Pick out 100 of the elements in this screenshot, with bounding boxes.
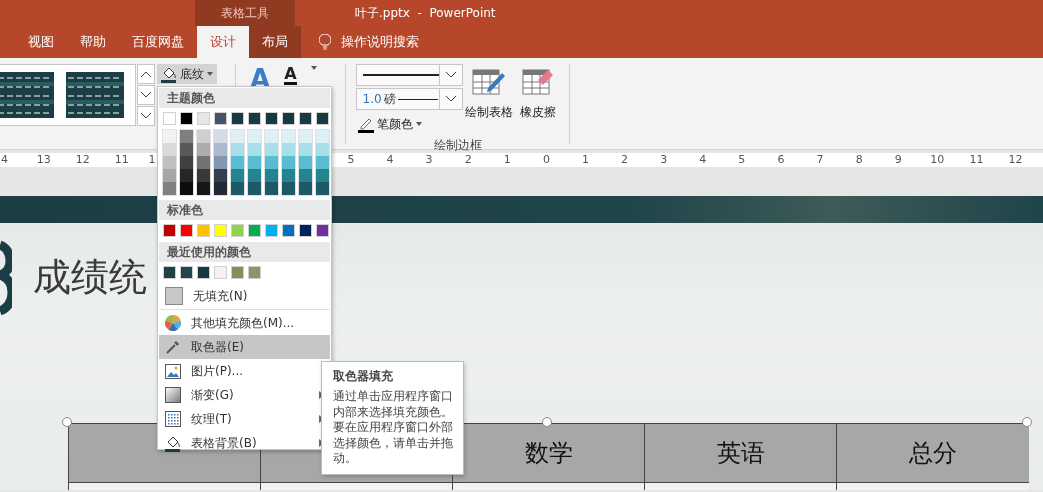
color-swatch[interactable] [316, 224, 329, 237]
color-swatch[interactable] [214, 224, 227, 237]
color-swatch[interactable] [197, 130, 210, 143]
menu-item[interactable]: 无填充(N) [159, 284, 330, 308]
ribbon-tab[interactable]: 设计 [197, 26, 249, 58]
ribbon-tab[interactable]: 视图 [15, 26, 67, 58]
color-swatch[interactable] [231, 156, 244, 169]
color-swatch[interactable] [248, 182, 261, 195]
color-swatch[interactable] [197, 112, 210, 125]
pen-style-dropdown[interactable] [355, 64, 463, 86]
color-swatch[interactable] [180, 156, 193, 169]
menu-item[interactable]: 取色器(E) [159, 335, 330, 359]
color-swatch[interactable] [197, 224, 210, 237]
color-swatch[interactable] [248, 130, 261, 143]
color-swatch[interactable] [265, 182, 278, 195]
color-swatch[interactable] [231, 143, 244, 156]
color-swatch[interactable] [214, 182, 227, 195]
tell-me-search[interactable]: 操作说明搜索 [341, 33, 419, 51]
color-swatch[interactable] [265, 224, 278, 237]
scroll-up-button[interactable] [137, 64, 155, 84]
color-swatch[interactable] [231, 130, 244, 143]
ribbon-tab[interactable]: 百度网盘 [119, 26, 197, 58]
pen-weight-dropdown[interactable]: 1.0 磅 [355, 88, 463, 110]
color-swatch[interactable] [299, 224, 312, 237]
color-swatch[interactable] [197, 143, 210, 156]
color-swatch[interactable] [231, 182, 244, 195]
color-swatch[interactable] [282, 224, 295, 237]
color-swatch[interactable] [299, 112, 312, 125]
color-swatch[interactable] [163, 112, 176, 125]
color-swatch[interactable] [316, 143, 329, 156]
color-swatch[interactable] [316, 130, 329, 143]
color-swatch[interactable] [248, 224, 261, 237]
color-swatch[interactable] [163, 182, 176, 195]
color-swatch[interactable] [248, 266, 261, 279]
color-swatch[interactable] [231, 266, 244, 279]
color-swatch[interactable] [180, 224, 193, 237]
pen-color-button[interactable]: 笔颜色 [355, 114, 463, 134]
color-swatch[interactable] [248, 143, 261, 156]
color-swatch[interactable] [197, 156, 210, 169]
color-swatch[interactable] [316, 112, 329, 125]
color-swatch[interactable] [180, 112, 193, 125]
color-swatch[interactable] [180, 266, 193, 279]
color-swatch[interactable] [214, 112, 227, 125]
table-style-thumbnail[interactable] [66, 72, 124, 118]
color-swatch[interactable] [231, 112, 244, 125]
color-swatch[interactable] [231, 224, 244, 237]
color-swatch[interactable] [163, 143, 176, 156]
color-swatch[interactable] [214, 130, 227, 143]
color-swatch[interactable] [316, 169, 329, 182]
color-swatch[interactable] [180, 143, 193, 156]
color-swatch[interactable] [180, 130, 193, 143]
menu-item[interactable]: 其他填充颜色(M)... [159, 311, 330, 335]
eraser-button[interactable]: 橡皮擦 [514, 64, 561, 134]
ribbon-tab[interactable]: 布局 [249, 26, 301, 58]
selection-handle[interactable] [542, 417, 552, 427]
color-swatch[interactable] [214, 156, 227, 169]
color-swatch[interactable] [163, 130, 176, 143]
color-swatch[interactable] [197, 182, 210, 195]
color-swatch[interactable] [214, 143, 227, 156]
color-swatch[interactable] [265, 156, 278, 169]
color-swatch[interactable] [299, 182, 312, 195]
color-swatch[interactable] [248, 156, 261, 169]
color-swatch[interactable] [214, 266, 227, 279]
color-swatch[interactable] [163, 156, 176, 169]
draw-table-button[interactable]: 绘制表格 [462, 64, 515, 134]
color-swatch[interactable] [163, 224, 176, 237]
selection-handle[interactable] [62, 417, 72, 427]
color-swatch[interactable] [282, 169, 295, 182]
color-swatch[interactable] [282, 112, 295, 125]
color-swatch[interactable] [265, 112, 278, 125]
selection-handle[interactable] [1022, 417, 1032, 427]
color-swatch[interactable] [231, 169, 244, 182]
color-swatch[interactable] [265, 143, 278, 156]
color-swatch[interactable] [299, 156, 312, 169]
more-styles-button[interactable] [137, 106, 155, 126]
color-swatch[interactable] [282, 182, 295, 195]
tooltip-title: 取色器填充 [333, 369, 394, 384]
color-swatch[interactable] [299, 169, 312, 182]
color-swatch[interactable] [163, 266, 176, 279]
color-swatch[interactable] [248, 112, 261, 125]
color-swatch[interactable] [282, 156, 295, 169]
shading-button[interactable]: 底纹 [157, 64, 217, 84]
color-swatch[interactable] [197, 266, 210, 279]
table-style-thumbnail[interactable] [0, 72, 54, 118]
color-swatch[interactable] [316, 156, 329, 169]
color-swatch[interactable] [180, 169, 193, 182]
color-swatch[interactable] [299, 130, 312, 143]
color-swatch[interactable] [265, 130, 278, 143]
color-swatch[interactable] [163, 169, 176, 182]
color-swatch[interactable] [180, 182, 193, 195]
color-swatch[interactable] [282, 130, 295, 143]
color-swatch[interactable] [265, 169, 278, 182]
ribbon-tab[interactable]: 帮助 [67, 26, 119, 58]
color-swatch[interactable] [299, 143, 312, 156]
color-swatch[interactable] [316, 182, 329, 195]
color-swatch[interactable] [282, 143, 295, 156]
color-swatch[interactable] [197, 169, 210, 182]
scroll-down-button[interactable] [137, 85, 155, 105]
color-swatch[interactable] [248, 169, 261, 182]
color-swatch[interactable] [214, 169, 227, 182]
